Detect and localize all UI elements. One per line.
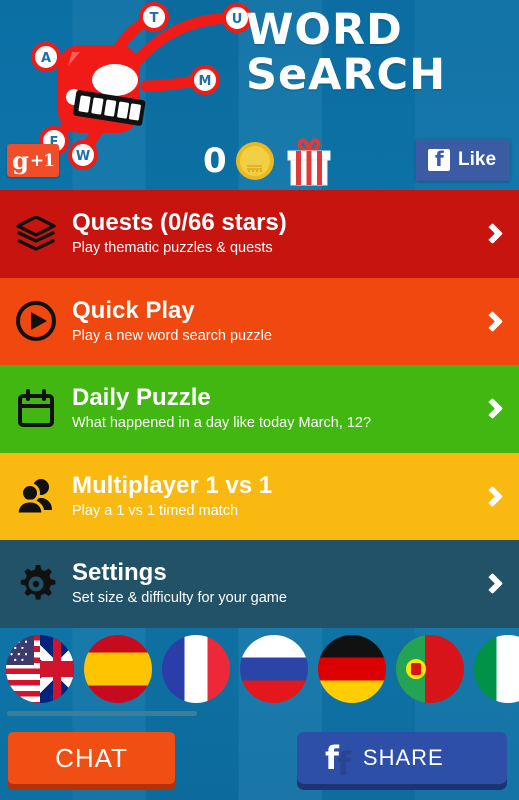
gold-coin-icon[interactable] (234, 140, 276, 182)
facebook-f-icon (428, 147, 450, 171)
menu-item-subtitle: Play thematic puzzles & quests (72, 240, 273, 257)
bottom-bar: CHAT f SHARE (0, 726, 519, 800)
mascot-letter: T (150, 11, 159, 26)
flag-portugal-icon[interactable] (396, 635, 464, 703)
page-title: WORD SeARCH (246, 8, 514, 98)
chat-button[interactable]: CHAT (8, 732, 175, 784)
mascot-letter: U (232, 12, 243, 27)
menu-item-subtitle: What happened in a day like today March,… (72, 415, 372, 432)
play-circle-icon (0, 300, 72, 342)
language-flag-list (6, 635, 519, 703)
menu-item-title: Quests (0/66 stars) (72, 209, 287, 237)
menu-item-title: Daily Puzzle (72, 384, 211, 412)
coin-count: 0 (203, 141, 227, 181)
menu-item-title: Settings (72, 559, 167, 587)
share-button-label: SHARE (362, 745, 444, 770)
flag-russia-icon[interactable] (240, 635, 308, 703)
header: A T U M W F WORD SeARCH g +1 0 f Like (0, 0, 519, 190)
mascot-letter: A (41, 51, 51, 66)
share-button[interactable]: f SHARE (297, 732, 507, 784)
layers-icon (0, 215, 72, 252)
chevron-right-icon[interactable] (465, 398, 519, 420)
menu-item-text: Settings Set size & difficulty for your … (72, 559, 465, 608)
calendar-icon (0, 388, 72, 429)
menu-item-subtitle: Play a new word search puzzle (72, 327, 272, 344)
chevron-right-icon[interactable] (465, 223, 519, 245)
flag-spain-icon[interactable] (84, 635, 152, 703)
language-selector[interactable] (0, 628, 519, 720)
flag-germany-icon[interactable] (318, 635, 386, 703)
chevron-right-icon[interactable] (465, 573, 519, 595)
app-root: A T U M W F WORD SeARCH g +1 0 f Like Qu… (0, 0, 519, 800)
title-line-1: WORD (246, 5, 403, 55)
gplus-g-label: g (12, 146, 29, 175)
facebook-f-icon: f (325, 739, 339, 777)
menu-item-title: Quick Play (72, 296, 195, 324)
gear-icon (0, 563, 72, 605)
people-group-icon (0, 476, 72, 516)
flag-us-uk-icon[interactable] (6, 635, 74, 703)
menu-item-quick-play[interactable]: Quick Play Play a new word search puzzle (0, 277, 519, 365)
gift-box-icon[interactable] (283, 136, 335, 186)
menu-item-text: Quests (0/66 stars) Play thematic puzzle… (72, 209, 465, 258)
title-line-2: SeARCH (246, 50, 447, 100)
mascot-letter: W (76, 149, 90, 164)
menu-item-settings[interactable]: Settings Set size & difficulty for your … (0, 540, 519, 628)
menu-item-text: Daily Puzzle What happened in a day like… (72, 384, 465, 433)
currency-bar: 0 (203, 133, 335, 189)
main-menu: Quests (0/66 stars) Play thematic puzzle… (0, 190, 519, 628)
menu-item-quests[interactable]: Quests (0/66 stars) Play thematic puzzle… (0, 190, 519, 278)
menu-item-text: Multiplayer 1 vs 1 Play a 1 vs 1 timed m… (72, 472, 465, 521)
menu-item-title: Multiplayer 1 vs 1 (72, 471, 273, 499)
menu-item-multiplayer[interactable]: Multiplayer 1 vs 1 Play a 1 vs 1 timed m… (0, 452, 519, 540)
gplus-plus-one-label: +1 (29, 150, 55, 171)
facebook-like-button[interactable]: Like (416, 139, 510, 181)
menu-item-daily-puzzle[interactable]: Daily Puzzle What happened in a day like… (0, 365, 519, 453)
chevron-right-icon[interactable] (465, 310, 519, 332)
chevron-right-icon[interactable] (465, 485, 519, 507)
flag-france-icon[interactable] (162, 635, 230, 703)
google-plus-one-button[interactable]: g +1 (7, 144, 59, 177)
facebook-like-label: Like (458, 149, 497, 170)
menu-item-subtitle: Play a 1 vs 1 timed match (72, 502, 239, 519)
chat-button-label: CHAT (55, 742, 128, 773)
mascot-letter: M (199, 74, 212, 89)
menu-item-text: Quick Play Play a new word search puzzle (72, 297, 465, 346)
flag-italy-icon[interactable] (474, 635, 519, 703)
language-scrollbar[interactable] (7, 711, 197, 716)
menu-item-subtitle: Set size & difficulty for your game (72, 590, 287, 607)
